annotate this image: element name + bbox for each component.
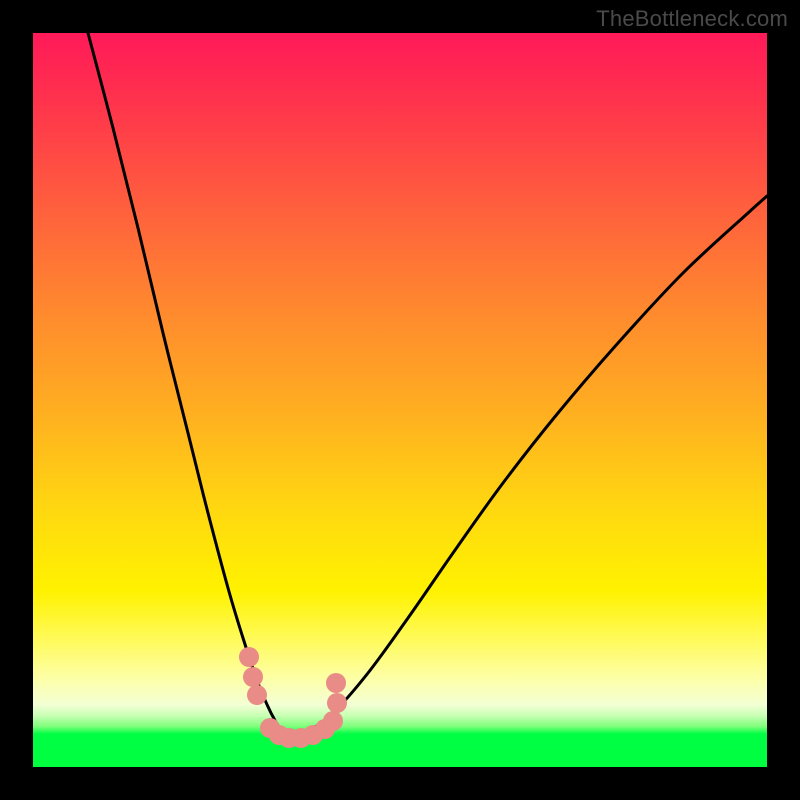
overlay-dot bbox=[326, 673, 346, 693]
overlay-dot bbox=[243, 667, 263, 687]
chart-svg bbox=[33, 33, 767, 767]
outer-frame: TheBottleneck.com bbox=[0, 0, 800, 800]
overlay-dot bbox=[247, 685, 267, 705]
curve-layer bbox=[88, 33, 767, 737]
series-right-curve bbox=[288, 196, 767, 737]
overlay-dot bbox=[327, 693, 347, 713]
plot-area bbox=[33, 33, 767, 767]
watermark-text: TheBottleneck.com bbox=[596, 6, 788, 32]
overlay-dot bbox=[239, 647, 259, 667]
series-left-curve bbox=[88, 33, 288, 737]
overlay-dot bbox=[323, 711, 343, 731]
overlay-dots-layer bbox=[239, 647, 347, 748]
